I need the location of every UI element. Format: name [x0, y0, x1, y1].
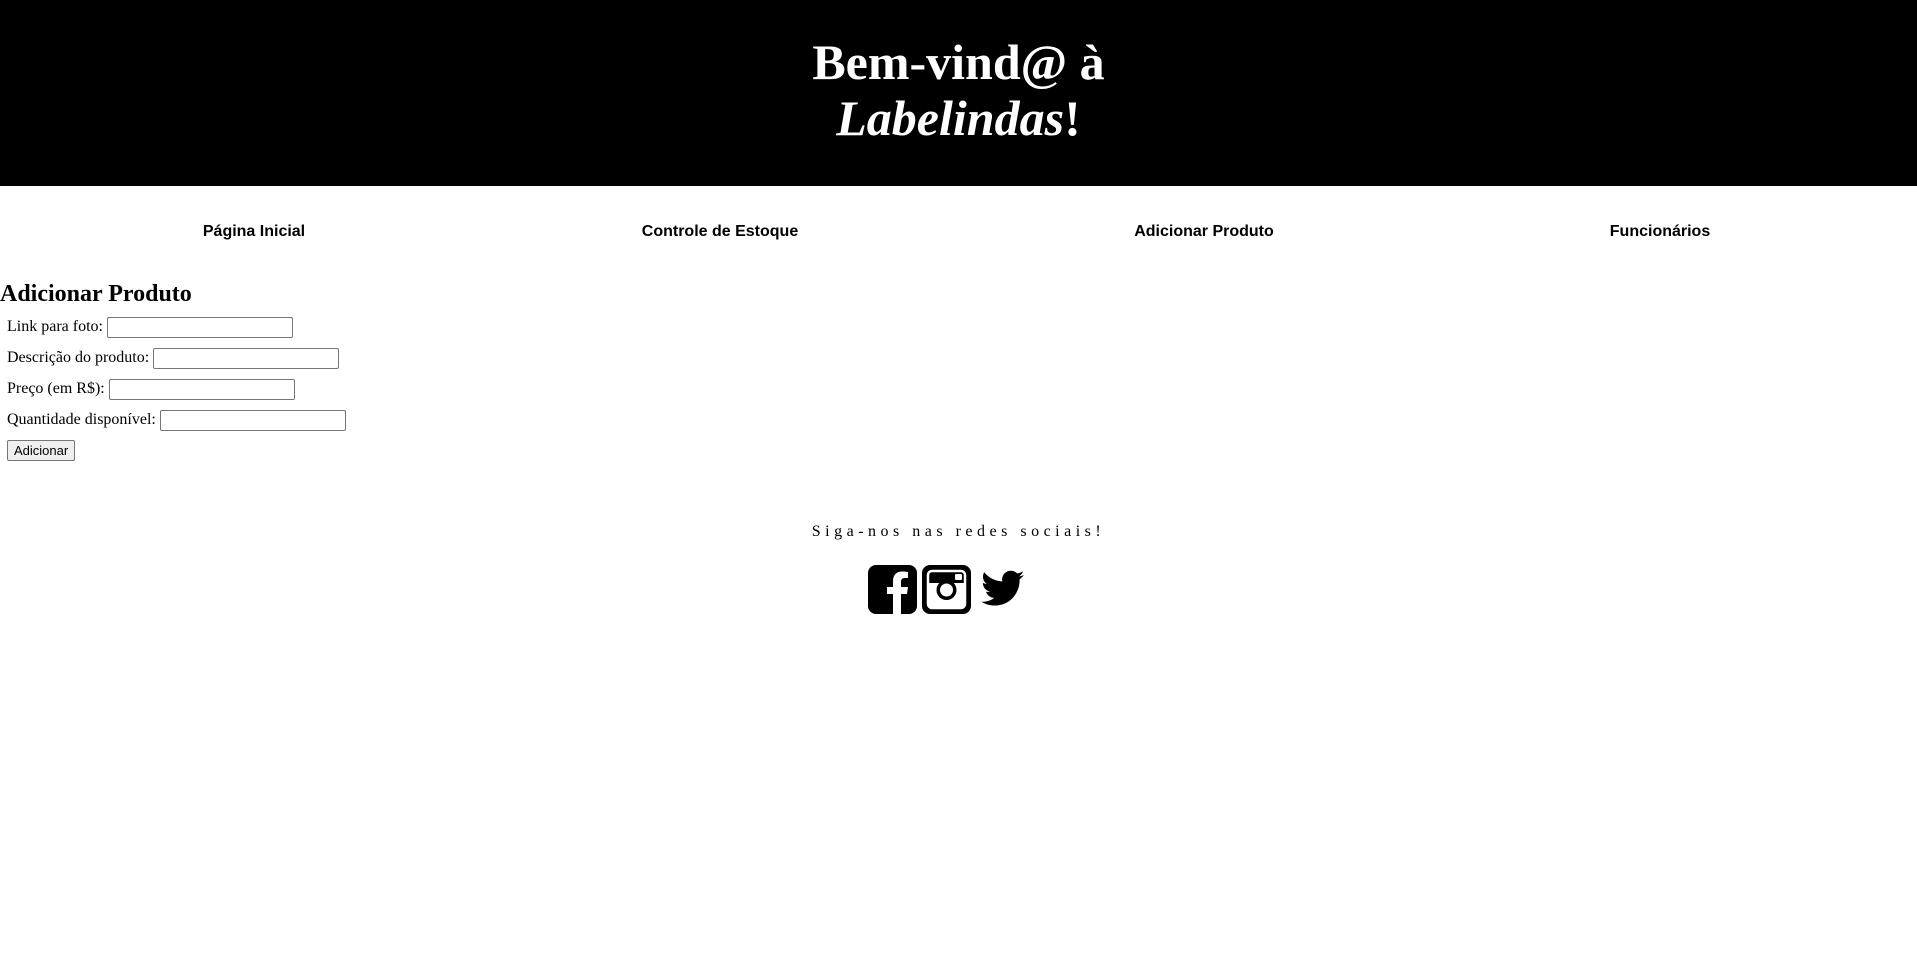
price-row: Preço (em R$): [7, 377, 295, 401]
photo-link-row: Link para foto: [7, 315, 293, 339]
price-input[interactable] [108, 378, 295, 400]
description-row: Descrição do produto: [7, 346, 340, 370]
facebook-icon[interactable] [867, 564, 918, 615]
main-nav: Página Inicial Controle de Estoque Adici… [0, 220, 1917, 244]
welcome-title: Bem-vind@ à Labelindas! [0, 34, 1917, 146]
description-input[interactable] [153, 347, 340, 369]
quantity-label: Quantidade disponível: [7, 411, 156, 428]
social-icons [867, 564, 1026, 615]
photo-link-input[interactable] [106, 316, 293, 338]
form-title: Adicionar Produto [0, 281, 192, 307]
add-product-button[interactable]: Adicionar [7, 440, 76, 461]
instagram-icon[interactable] [921, 564, 972, 615]
social-text: Siga-nos nas redes sociais! [811, 523, 1106, 540]
nav-item-stock-control[interactable]: Controle de Estoque [642, 223, 798, 241]
twitter-icon[interactable] [975, 564, 1026, 615]
nav-item-employees[interactable]: Funcionários [1610, 223, 1710, 241]
price-label: Preço (em R$): [7, 380, 105, 397]
welcome-text: Bem-vind@ à [812, 34, 1105, 90]
quantity-input[interactable] [159, 409, 346, 431]
nav-item-add-product[interactable]: Adicionar Produto [1134, 223, 1274, 241]
nav-item-home[interactable]: Página Inicial [203, 223, 305, 241]
description-label: Descrição do produto: [7, 349, 150, 366]
brand-name: Labelindas [836, 90, 1065, 146]
quantity-row: Quantidade disponível: [7, 408, 346, 432]
page-header: Bem-vind@ à Labelindas! [0, 0, 1917, 186]
welcome-exclamation: ! [1064, 90, 1081, 146]
photo-link-label: Link para foto: [7, 318, 103, 335]
